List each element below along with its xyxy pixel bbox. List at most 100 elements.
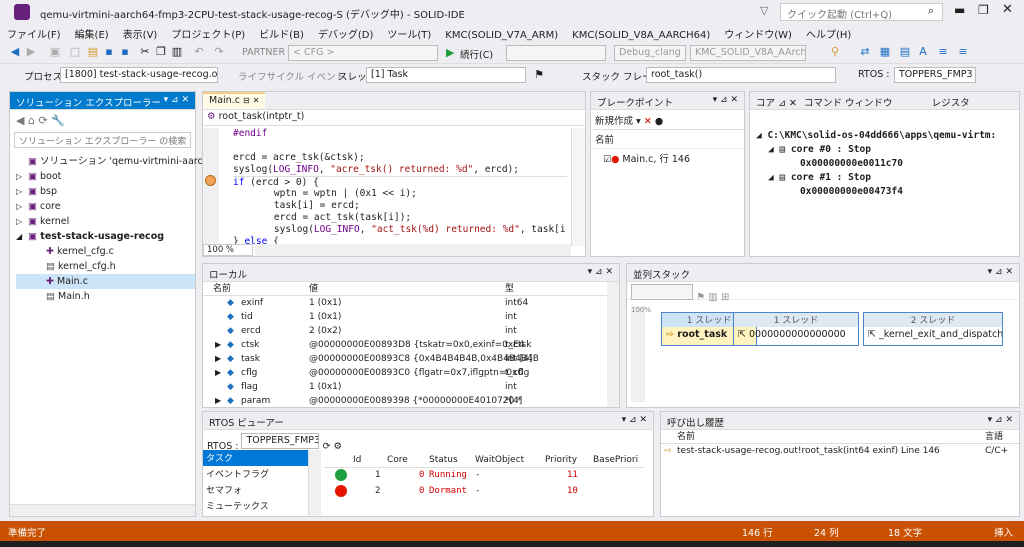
back-icon[interactable]: ◀ [16, 114, 24, 127]
tree-item-core[interactable]: ▷ ▣ core [16, 199, 195, 214]
minimize-button[interactable]: ▬ [954, 3, 965, 17]
code-text[interactable]: #endif ercd = acre_tsk(&ctsk); syslog(LOG_… [233, 128, 567, 248]
save-all-icon[interactable]: ▪ [118, 45, 132, 59]
zoom-select[interactable]: 100 % [203, 244, 253, 256]
rtos-task-row[interactable]: 2 0 Dormant - 10 [325, 484, 643, 500]
category-scrollbar[interactable] [309, 450, 321, 516]
tree-item-bsp[interactable]: ▷ ▣ bsp [16, 184, 195, 199]
new-project-icon[interactable]: ▣ [48, 45, 62, 59]
stack-frame[interactable]: ⇱ _kernel_exit_and_dispatch [864, 327, 1002, 345]
toggle-all-icon[interactable]: ● [655, 116, 663, 127]
menu-item[interactable]: プロジェクト(P) [164, 24, 252, 43]
thread-select[interactable]: [1] Task [366, 67, 526, 83]
panel-buttons[interactable]: ▾ ⊿ ✕ [713, 95, 738, 105]
expand-icon[interactable]: ▶ [215, 352, 221, 366]
locals-row[interactable]: ◆ tid 1 (0x1) int [203, 310, 619, 324]
tab-registers[interactable]: レジスタ [932, 98, 970, 109]
uncomment-icon[interactable]: ≡ [956, 45, 970, 59]
find-icon[interactable]: ⚲ [828, 45, 842, 59]
rtos-task-row[interactable]: 1 0 Running - 11 [325, 468, 643, 484]
core-1[interactable]: ◢ ▤ core #1 : Stop [756, 172, 1019, 186]
panel-buttons[interactable]: ▾ ⊿ ✕ [988, 415, 1013, 425]
redo-icon[interactable]: ↷ [212, 45, 226, 59]
new-breakpoint-button[interactable]: 新規作成 [595, 116, 633, 127]
horizontal-scrollbar[interactable] [255, 244, 571, 256]
continue-button[interactable]: 続行(C) [460, 47, 493, 61]
function-navigator[interactable]: ⚙ root_task(intptr_t) [203, 110, 585, 126]
locals-row[interactable]: ▶ ◆ task @00000000E00893C8 {0x4B4B4B4B,0x4B… [203, 352, 619, 366]
stack-box-3[interactable]: 2 スレッド ⇱ _kernel_exit_and_dispatch [863, 312, 1003, 346]
rtos-select[interactable]: TOPPERS_FMP3 [241, 433, 320, 449]
flag-icon[interactable]: ⚑ [532, 68, 546, 82]
tree-item-project[interactable]: ◢ ▣ test-stack-usage-recog [16, 229, 195, 244]
panel-buttons[interactable]: ▾ ⊿ ✕ [164, 95, 189, 105]
tab-core[interactable]: コア [756, 98, 775, 109]
tab-command-window[interactable]: コマンド ウィンドウ [804, 98, 893, 109]
horizontal-scrollbar[interactable] [10, 504, 195, 516]
close-button[interactable]: ✕ [1002, 2, 1013, 17]
close-icon[interactable]: ✕ [253, 96, 260, 105]
menu-item[interactable]: デバッグ(D) [311, 24, 381, 43]
category-semaphore[interactable]: セマフォ [203, 482, 308, 498]
paste-icon[interactable]: ▥ [170, 45, 184, 59]
stack-frame[interactable]: ⇱ 0000000000000000 [734, 327, 858, 345]
stack-box-2[interactable]: 1 スレッド ⇱ 0000000000000000 [733, 312, 859, 346]
locals-row[interactable]: ▶ ◆ ctsk @00000000E00893D8 {tskatr=0x0,exin… [203, 338, 619, 352]
home-icon[interactable]: ⌂ [28, 114, 35, 127]
panel-buttons[interactable]: ▾ ⊿ ✕ [988, 267, 1013, 277]
menu-item[interactable]: ウィンドウ(W) [717, 24, 799, 43]
category-eventflag[interactable]: イベントフラグ [203, 466, 308, 482]
restore-button[interactable]: ❐ [978, 3, 989, 17]
wrench-icon[interactable]: 🔧 [51, 114, 65, 127]
menu-item[interactable]: KMC(SOLID_V8A_AARCH64) [565, 28, 717, 43]
add-item-icon[interactable]: □ [68, 45, 82, 59]
vertical-scrollbar[interactable] [571, 128, 585, 246]
menu-item[interactable]: KMC(SOLID_V7A_ARM) [438, 28, 565, 43]
solution-node[interactable]: ▣ ソリューション 'qemu-virtmini-aarch64-fm [16, 154, 237, 169]
tree-item-kernel[interactable]: ▷ ▣ kernel [16, 214, 195, 229]
lifecycle-events[interactable]: ライフサイクル イベント [238, 69, 345, 83]
breakpoint-margin[interactable] [203, 128, 219, 246]
file-kernel-cfg-c[interactable]: ✚ kernel_cfg.c [16, 244, 195, 259]
config-select[interactable]: Debug_clang [614, 45, 686, 61]
open-icon[interactable]: ▤ [86, 45, 100, 59]
category-mutex[interactable]: ミューテックス [203, 498, 308, 514]
toolbar-icon-a[interactable]: ⇄ [858, 45, 872, 59]
expand-icon[interactable]: ▶ [215, 366, 221, 380]
menu-item[interactable]: 編集(E) [68, 24, 116, 43]
locals-row[interactable]: ◆ ercd 2 (0x2) int [203, 324, 619, 338]
toolbar-icons[interactable]: ⚑ ▥ ⊞ [696, 292, 729, 303]
callstack-row[interactable]: ⇨ test-stack-usage-recog.out!root_task(i… [661, 444, 1019, 458]
toolbar-icon-b[interactable]: ▦ [878, 45, 892, 59]
panel-buttons[interactable]: ▾ ⊿ ✕ [588, 267, 613, 277]
toolbar-icon-c[interactable]: ▤ [898, 45, 912, 59]
breakpoint-item[interactable]: ☑● Main.c, 行 146 [591, 149, 744, 167]
file-main-h[interactable]: ▤ Main.h [16, 289, 195, 304]
expand-icon[interactable]: ▶ [215, 394, 221, 408]
menu-item[interactable]: ヘルプ(H) [799, 24, 858, 43]
filter-icon[interactable]: ▽ [760, 4, 768, 17]
core-0[interactable]: ◢ ▤ core #0 : Stop [756, 144, 1019, 158]
copy-icon[interactable]: ❐ [154, 45, 168, 59]
view-select[interactable] [631, 284, 693, 300]
category-task[interactable]: タスク [203, 450, 308, 466]
back-icon[interactable]: ◀ [8, 45, 22, 59]
menu-item[interactable]: ツール(T) [380, 24, 438, 43]
expand-icon[interactable]: ▶ [215, 338, 221, 352]
panel-buttons[interactable]: ▾ ⊿ ✕ [622, 415, 647, 425]
menu-item[interactable]: ファイル(F) [0, 24, 68, 43]
delete-icon[interactable]: ✕ [644, 116, 652, 127]
cfg-select[interactable]: < CFG > [288, 45, 438, 61]
locals-row[interactable]: ▶ ◆ cflg @00000000E00893C0 {flgatr=0x7,iflg… [203, 366, 619, 380]
locals-row[interactable]: ◆ exinf 1 (0x1) int64 [203, 296, 619, 310]
platform-select[interactable]: KMC_SOLID_V8A_AArch64 [690, 45, 806, 61]
stackframe-select[interactable]: root_task() [646, 67, 836, 83]
search-icon[interactable]: ⌕ [928, 4, 934, 18]
core-root[interactable]: ◢ C:\KMC\solid-os-04dd666\apps\qemu-virt… [756, 130, 1019, 144]
file-main-c[interactable]: ✚ Main.c [16, 274, 195, 289]
continue-icon[interactable]: ▶ [446, 46, 454, 59]
tree-item-boot[interactable]: ▷ ▣ boot [16, 169, 195, 184]
function-select[interactable]: root_task(intptr_t) [219, 111, 305, 122]
menu-item[interactable]: ビルド(B) [252, 24, 311, 43]
locals-row[interactable]: ▶ ◆ param @00000000E0089398 {*00000000E4010… [203, 394, 619, 408]
